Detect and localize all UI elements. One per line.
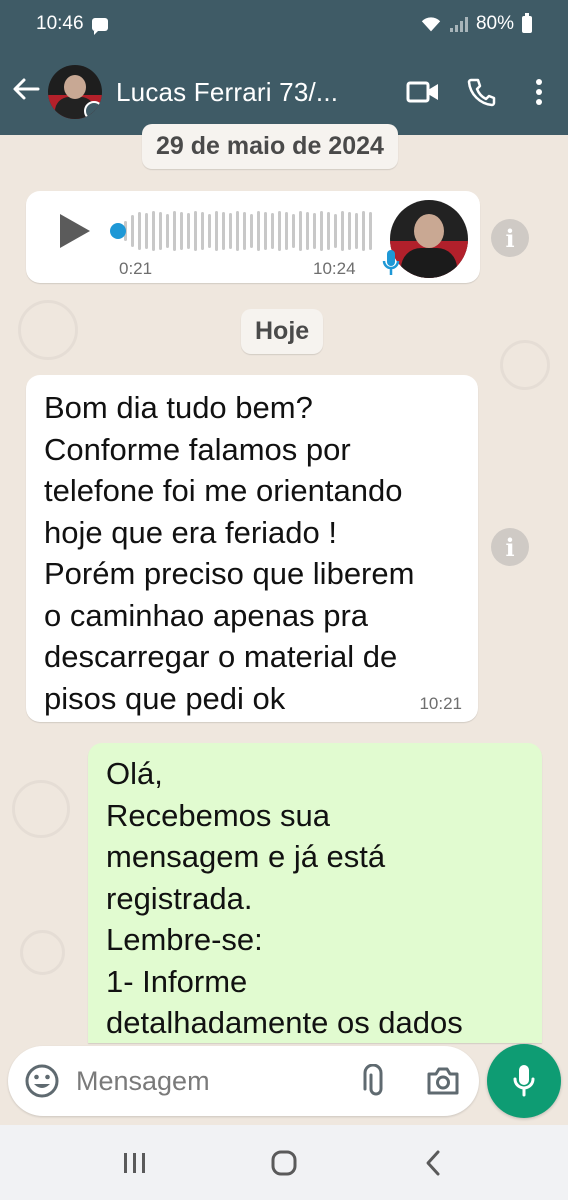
more-options-icon[interactable]: [510, 63, 568, 121]
play-icon[interactable]: [60, 214, 90, 248]
sender-avatar: [390, 200, 468, 278]
contact-avatar[interactable]: [48, 65, 102, 119]
incoming-message-bubble[interactable]: Bom dia tudo bem? Conforme falamos por t…: [26, 375, 478, 722]
incoming-message-time: 10:21: [419, 694, 462, 713]
wallpaper-doodle: [500, 340, 550, 390]
emoji-icon[interactable]: [24, 1063, 60, 1099]
waveform[interactable]: [124, 209, 389, 253]
chat-notification-icon: [91, 17, 108, 35]
wallpaper-doodle: [18, 300, 78, 360]
message-input[interactable]: [76, 1056, 346, 1106]
status-time: 10:46: [36, 13, 84, 34]
voice-record-button[interactable]: [487, 1044, 561, 1118]
info-icon[interactable]: i: [491, 528, 529, 566]
back-nav-icon[interactable]: [398, 1133, 468, 1193]
incoming-message-text: Bom dia tudo bem? Conforme falamos por t…: [44, 390, 415, 716]
system-navigation-bar: [0, 1125, 568, 1200]
date-chip: 29 de maio de 2024: [142, 124, 398, 169]
status-bar: 10:46 80%: [36, 10, 532, 38]
top-bar: 10:46 80% Lucas Ferrari 73/...: [0, 0, 568, 135]
voice-message-bubble[interactable]: 0:21 10:24: [26, 191, 480, 283]
voice-duration: 0:21: [119, 259, 153, 278]
recent-apps-icon[interactable]: [100, 1133, 170, 1193]
today-chip: Hoje: [241, 309, 324, 354]
video-call-icon[interactable]: [394, 63, 452, 121]
message-composer: [8, 1046, 479, 1116]
attachment-icon[interactable]: [360, 1064, 386, 1098]
voice-sent-time: 10:24: [313, 259, 356, 278]
back-arrow-icon[interactable]: [4, 75, 48, 109]
phone-call-icon[interactable]: [452, 63, 510, 121]
signal-icon: [449, 16, 468, 32]
wallpaper-doodle: [12, 780, 70, 838]
mic-badge-icon: [382, 250, 400, 275]
wallpaper-doodle: [20, 930, 65, 975]
home-icon[interactable]: [249, 1133, 319, 1193]
chat-header: Lucas Ferrari 73/...: [0, 58, 568, 126]
battery-percent: 80%: [475, 13, 514, 34]
microphone-icon: [513, 1065, 535, 1097]
wifi-icon: [421, 17, 441, 32]
outgoing-message-text: Olá, Recebemos sua mensagem e já está re…: [106, 756, 463, 1040]
outgoing-message-bubble[interactable]: Olá, Recebemos sua mensagem e já está re…: [88, 743, 542, 1043]
camera-icon[interactable]: [426, 1066, 460, 1096]
contact-name[interactable]: Lucas Ferrari 73/...: [116, 77, 394, 108]
info-icon[interactable]: i: [491, 219, 529, 257]
battery-icon: [522, 12, 532, 33]
playback-knob[interactable]: [110, 223, 126, 239]
disappearing-timer-icon: [84, 101, 102, 119]
